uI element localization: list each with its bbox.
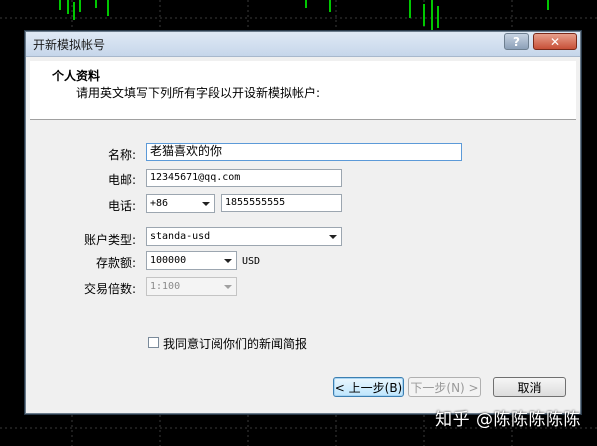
title-bar[interactable]: 开新模拟帐号 ? ✕	[26, 32, 580, 57]
section-subtitle: 请用英文填写下列所有字段以开设新模拟帐户:	[76, 86, 321, 100]
back-button[interactable]: < 上一步(B)	[333, 377, 404, 397]
phone-label: 电话:	[107, 199, 136, 213]
deposit-currency: USD	[242, 256, 261, 267]
account-type-label: 账户类型:	[83, 233, 136, 247]
deposit-select[interactable]: 100000	[146, 251, 237, 270]
chevron-down-icon	[224, 285, 232, 289]
close-button[interactable]: ✕	[533, 33, 577, 50]
chevron-down-icon	[202, 202, 210, 206]
new-demo-account-dialog: 开新模拟帐号 ? ✕ 个人资料 请用英文填写下列所有字段以开设新模拟帐户: 名称…	[25, 31, 581, 414]
name-label: 名称:	[107, 148, 136, 162]
phone-code-value: +86	[150, 198, 169, 209]
cancel-button[interactable]: 取消	[493, 377, 566, 397]
chevron-down-icon	[329, 235, 337, 239]
next-button[interactable]: 下一步(N) >	[408, 377, 481, 397]
close-icon: ✕	[549, 34, 561, 49]
account-type-value: standa-usd	[150, 231, 211, 242]
phone-code-select[interactable]: +86	[146, 194, 215, 213]
leverage-select[interactable]: 1:100	[146, 277, 237, 296]
newsletter-checkbox[interactable]	[148, 337, 159, 348]
section-title: 个人资料	[52, 69, 101, 83]
account-type-select[interactable]: standa-usd	[146, 227, 342, 246]
chevron-down-icon	[224, 259, 232, 263]
newsletter-label[interactable]: 我同意订阅你们的新闻简报	[163, 335, 307, 352]
phone-field[interactable]: 1855555555	[221, 194, 342, 212]
leverage-label: 交易倍数:	[83, 282, 136, 296]
email-field[interactable]: 12345671@qq.com	[146, 169, 342, 187]
email-label: 电邮:	[107, 173, 136, 187]
header-panel: 个人资料 请用英文填写下列所有字段以开设新模拟帐户:	[30, 61, 576, 120]
name-field[interactable]: 老猫喜欢的你	[146, 143, 462, 161]
help-icon: ?	[513, 34, 520, 49]
deposit-label: 存款额:	[95, 256, 136, 270]
help-button[interactable]: ?	[504, 33, 529, 50]
leverage-value: 1:100	[150, 281, 181, 292]
dialog-title: 开新模拟帐号	[33, 38, 106, 52]
deposit-value: 100000	[150, 255, 187, 266]
watermark: 知乎 @陈陈陈陈陈	[435, 410, 581, 430]
